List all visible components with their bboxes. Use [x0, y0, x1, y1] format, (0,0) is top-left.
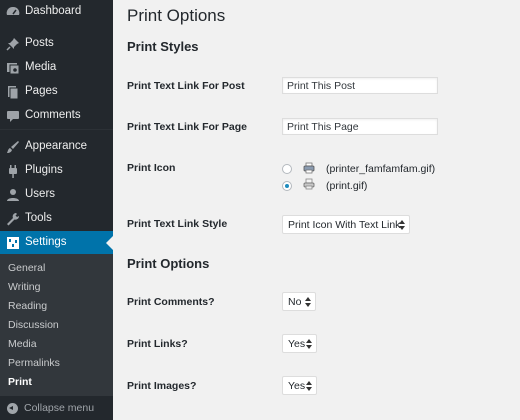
brush-icon [7, 141, 19, 153]
select-arrows-icon [399, 220, 405, 230]
menu-item-dashboard[interactable]: Dashboard [0, 0, 113, 24]
dashboard-icon [6, 6, 20, 15]
page-link-text-input[interactable] [282, 118, 438, 135]
select-arrows-icon [306, 339, 312, 349]
print-icon-option-label: (printer_famfamfam.gif) [326, 163, 436, 175]
menu-item-settings[interactable]: Settings [0, 231, 113, 255]
users-icon [7, 189, 19, 201]
field-label-print-comments: Print Comments? [127, 296, 215, 308]
menu-item-pages[interactable]: Pages [0, 80, 113, 104]
link-style-select[interactable]: Print Icon With Text Link [282, 215, 410, 234]
wrench-icon [7, 213, 20, 226]
menu-item-comments[interactable]: Comments [0, 104, 113, 128]
submenu-item-reading[interactable]: Reading [8, 300, 47, 312]
submenu-item-discussion[interactable]: Discussion [8, 319, 59, 331]
comments-icon [7, 111, 19, 122]
pages-icon [8, 86, 19, 100]
print-icon-radio-famfamfam[interactable] [282, 164, 292, 174]
media-icon [7, 63, 20, 75]
menu-item-label: Plugins [25, 164, 63, 176]
field-label-print-icon: Print Icon [127, 162, 176, 174]
field-label-page-link: Print Text Link For Page [127, 121, 247, 133]
section-heading-print-styles: Print Styles [127, 39, 199, 54]
field-label-print-images: Print Images? [127, 380, 197, 392]
menu-item-label: Pages [25, 85, 58, 97]
print-icon-radio-print-gif[interactable] [282, 181, 292, 191]
submenu-item-permalinks[interactable]: Permalinks [8, 357, 60, 369]
select-value: Yes [288, 380, 306, 392]
print-comments-select[interactable]: No [282, 292, 316, 311]
active-indicator [106, 236, 113, 250]
menu-item-label: Appearance [25, 140, 88, 152]
printer-icon [303, 162, 315, 174]
post-link-text-input[interactable] [282, 77, 438, 94]
menu-item-tools[interactable]: Tools [0, 207, 113, 231]
menu-item-users[interactable]: Users [0, 183, 113, 207]
menu-item-label: Settings [25, 236, 67, 248]
select-arrows-icon [305, 297, 311, 307]
menu-item-media[interactable]: Media [0, 56, 113, 80]
submenu-item-print[interactable]: Print [8, 376, 32, 388]
collapse-arrow-icon [7, 403, 18, 414]
menu-item-label: Tools [25, 212, 52, 224]
print-links-select[interactable]: Yes [282, 334, 317, 353]
submenu-item-writing[interactable]: Writing [8, 281, 40, 293]
field-label-post-link: Print Text Link For Post [127, 80, 245, 92]
settings-submenu: General Writing Reading Discussion Media… [0, 254, 113, 396]
settings-icon [7, 237, 19, 249]
pin-icon [6, 38, 19, 51]
field-label-link-style: Print Text Link Style [127, 218, 228, 230]
select-arrows-icon [306, 381, 312, 391]
menu-item-posts[interactable]: Posts [0, 32, 113, 56]
page-title: Print Options [127, 6, 226, 25]
print-gif-icon [303, 178, 315, 190]
submenu-item-media[interactable]: Media [8, 338, 37, 350]
submenu-item-general[interactable]: General [8, 262, 45, 274]
menu-item-appearance[interactable]: Appearance [0, 135, 113, 159]
menu-item-label: Posts [25, 37, 54, 49]
plugin-icon [9, 165, 17, 178]
admin-sidebar: Dashboard Posts Media Pages Comments App… [0, 0, 113, 420]
section-heading-print-options: Print Options [127, 256, 210, 271]
field-label-print-links: Print Links? [127, 338, 188, 350]
menu-item-label: Comments [25, 109, 81, 121]
select-value: Print Icon With Text Link [288, 219, 401, 231]
main-content: Print Options Print Styles Print Text Li… [113, 0, 520, 420]
select-value: Yes [288, 338, 306, 350]
menu-item-label: Media [25, 61, 57, 73]
select-value: No [288, 296, 302, 308]
collapse-menu-label: Collapse menu [24, 402, 95, 414]
menu-item-label: Dashboard [25, 5, 82, 17]
menu-item-label: Users [25, 188, 56, 200]
menu-item-plugins[interactable]: Plugins [0, 159, 113, 183]
print-icon-option-label: (print.gif) [326, 180, 368, 192]
collapse-menu-button[interactable]: Collapse menu [0, 398, 113, 420]
menu-separator [0, 129, 113, 130]
print-images-select[interactable]: Yes [282, 376, 317, 395]
